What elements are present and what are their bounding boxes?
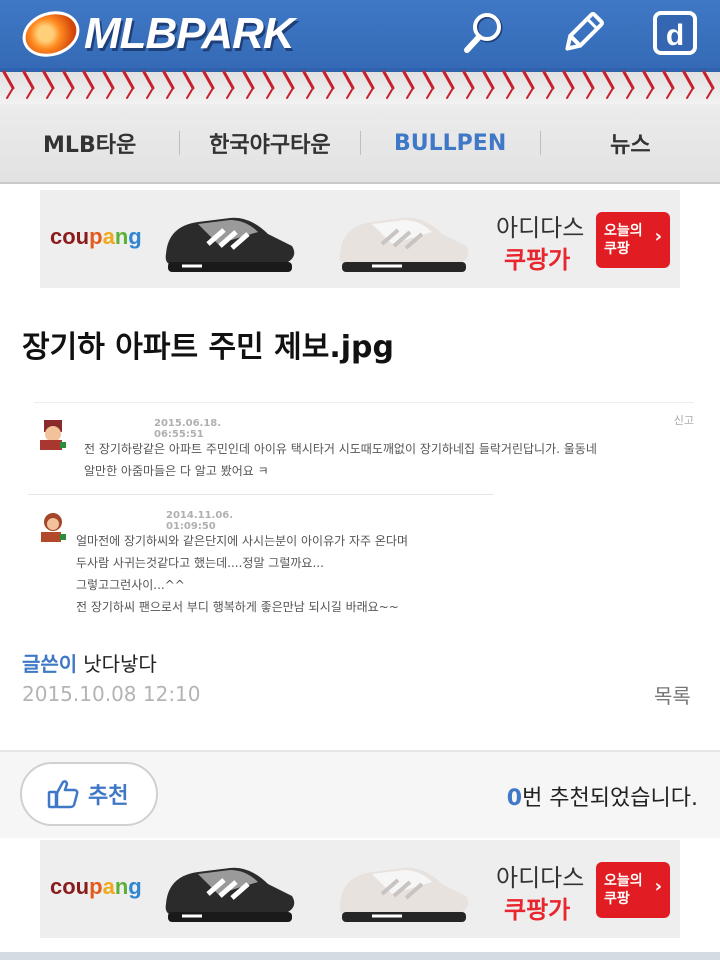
comment-text: 그렇고그런사이...^^ [76,578,185,592]
recommend-label: 추천 [88,784,129,809]
app-header: MLBPARK d [0,0,720,104]
post-author: 글쓴이 낫다낳다 [22,648,157,677]
recommend-count: 0번 추천되었습니다. [507,780,698,812]
ad-headline: 아디다스 [496,214,585,242]
ad-headline: 아디다스 [496,864,585,892]
author-label: 글쓴이 [22,652,78,676]
ad-subheadline: 쿠팡가 [504,896,571,924]
coupang-ad-banner-bottom[interactable]: coupang 아디다스 쿠팡가 오늘의 쿠팡 › [40,840,680,938]
post-image-comments: 신고 2015.06.18. 06:55:51 전 장기하랑같은 아파트 주민인… [28,402,698,618]
baseball-stitch-band [0,68,720,104]
black-shoe-image [165,867,295,922]
nav-item-bullpen[interactable]: BULLPEN [361,131,540,156]
bottom-bar [0,952,720,960]
nav-item-mlb-town[interactable]: MLB타운 [0,127,179,159]
comment-text: 전 장기하랑같은 아파트 주민인데 아이유 택시타거 시도때도깨없이 장기하네집… [84,442,597,456]
white-shoe-image [339,867,469,922]
comment-text: 두사람 사귀는것같다고 했는데....정말 그럴까요... [76,556,324,570]
stitch-decoration [0,68,720,99]
mlbpark-logo[interactable]: MLBPARK [16,4,295,64]
divider [34,402,694,403]
coupang-ad-banner-top[interactable]: coupang 아디다스 쿠팡가 오늘의 쿠팡 › [40,190,680,288]
coupang-logo: coupang [50,224,142,249]
comment-date: 2014.11.06. 01:09:50 [166,510,234,532]
nav-item-news[interactable]: 뉴스 [541,127,720,159]
recommend-count-number: 0 [506,786,523,811]
comment-text: 얼마전에 장기하씨와 같은단지에 사시는분이 아이유가 자주 온다며 [76,534,409,548]
search-button[interactable] [462,10,508,56]
svg-text:d: d [666,19,684,52]
comment-divider [28,494,494,495]
ad-subheadline: 쿠팡가 [504,246,571,274]
pencil-icon [565,12,604,51]
today-coupang-badge[interactable]: 오늘의 쿠팡 › [596,862,670,918]
search-icon [464,13,503,53]
comment-text: 전 장기하씨 팬으로서 부디 행복하게 좋은만남 되시길 바래요~~ [76,600,399,614]
author-name[interactable]: 낫다낳다 [83,652,157,676]
write-button[interactable] [560,10,606,56]
list-button[interactable]: 목록 [654,680,691,709]
post-date: 2015.10.08 12:10 [22,682,201,706]
recommend-section: 추천 0번 추천되었습니다. [0,752,720,838]
today-coupang-badge[interactable]: 오늘의 쿠팡 › [596,212,670,268]
logo-text: MLBPARK [84,9,295,58]
report-link: 신고 [673,414,694,427]
nav-item-korea-baseball-town[interactable]: 한국야구타운 [180,127,359,159]
comment-text: 알만한 아줌마들은 다 알고 봤어요 ㅋ [84,464,269,478]
baseball-logo-icon [16,4,86,64]
black-shoe-image [165,217,295,272]
d-button[interactable]: d [652,10,698,56]
chevron-right-icon: › [654,876,662,897]
main-nav: MLB타운 한국야구타운 BULLPEN 뉴스 [0,104,720,184]
post-title: 장기하 아파트 주민 제보.jpg [22,330,394,365]
avatar-icon [40,420,66,450]
thumbs-up-icon [47,780,79,809]
recommend-button[interactable]: 추천 [20,762,158,826]
d-icon: d [653,11,697,55]
white-shoe-image [339,217,469,272]
comment-date: 2015.06.18. 06:55:51 [154,418,222,440]
recommend-count-suffix: 번 추천되었습니다. [522,786,698,811]
avatar-icon [41,513,66,542]
chevron-right-icon: › [654,226,662,247]
coupang-logo: coupang [50,874,142,899]
